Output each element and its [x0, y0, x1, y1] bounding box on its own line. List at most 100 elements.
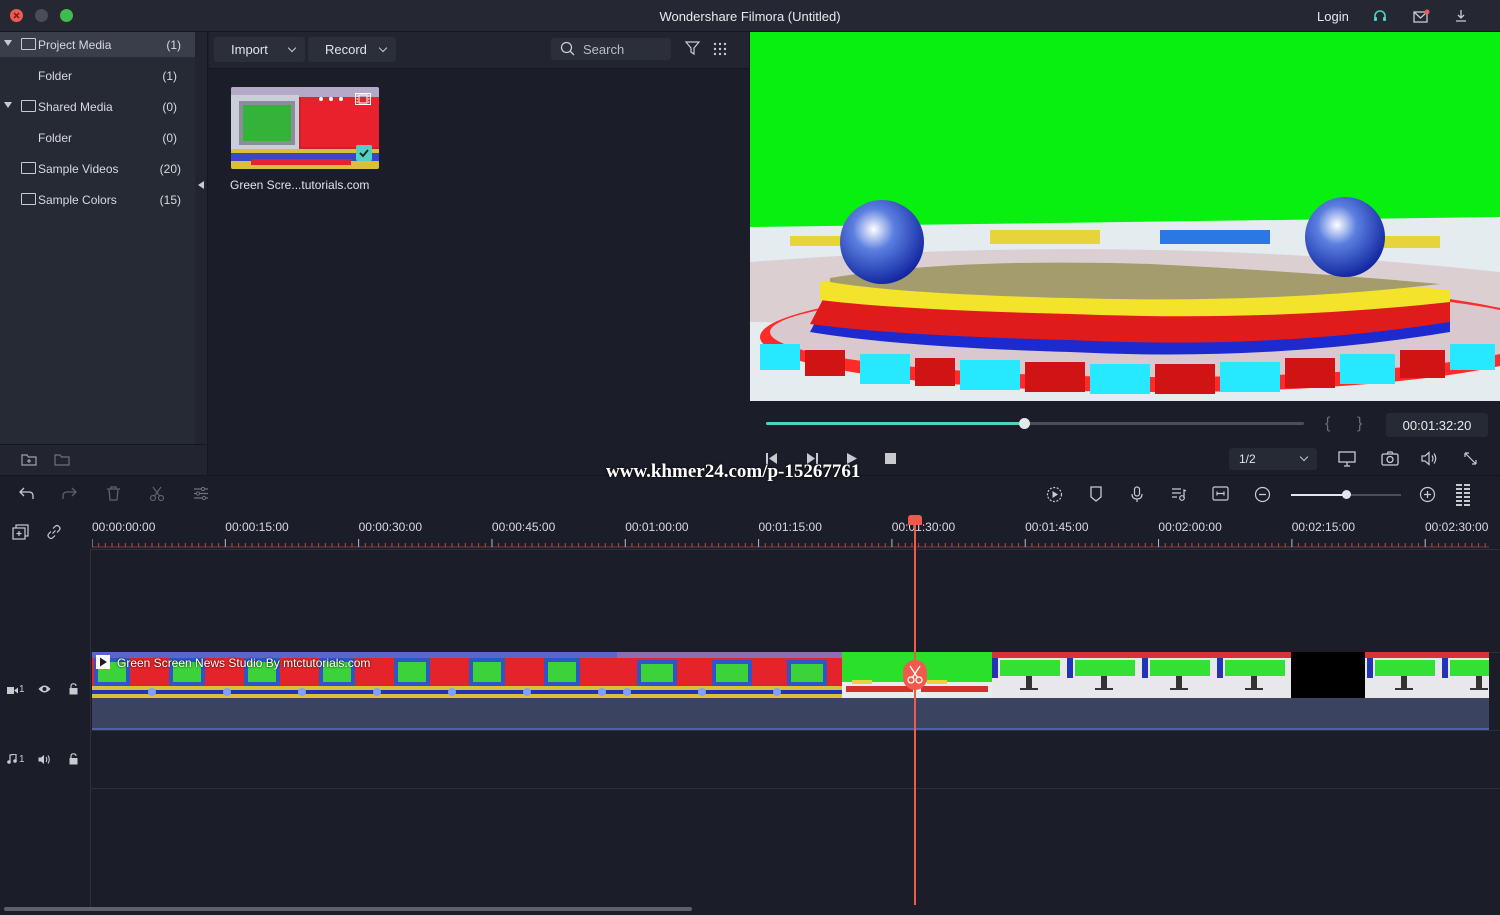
library-item-count: (15)	[159, 193, 181, 207]
playhead-handle[interactable]	[908, 515, 922, 525]
display-monitor-icon[interactable]	[1338, 451, 1356, 467]
new-folder-icon[interactable]	[21, 452, 38, 467]
library-item-label: Folder	[38, 69, 73, 83]
microphone-icon[interactable]	[1130, 486, 1144, 503]
library-item-count: (20)	[159, 162, 181, 176]
speaker-icon[interactable]	[38, 754, 51, 765]
track-divider	[0, 730, 1500, 731]
mark-in-icon[interactable]: {	[1325, 415, 1330, 433]
chevron-down-icon	[378, 43, 388, 53]
folder-icon	[21, 38, 36, 50]
marker-icon[interactable]	[1089, 486, 1103, 502]
zoom-slider-handle[interactable]	[1342, 490, 1351, 499]
redo-icon[interactable]	[61, 486, 78, 501]
preview-quality-value: 1/2	[1239, 452, 1256, 466]
undo-icon[interactable]	[18, 486, 35, 501]
timeline-ruler[interactable]: 00:00:00:00 00:00:15:00 00:00:30:00 00:00:4…	[0, 515, 1500, 549]
ruler-tick-label: 00:01:15:00	[758, 520, 822, 534]
library-item-folder[interactable]: Folder (1)	[0, 63, 195, 88]
mark-out-icon[interactable]: }	[1357, 415, 1362, 433]
open-folder-icon[interactable]	[54, 452, 71, 467]
audio-track-number: 1	[19, 754, 25, 765]
voiceover-list-icon[interactable]	[1171, 486, 1187, 502]
film-icon	[355, 93, 371, 105]
eye-icon[interactable]	[38, 684, 51, 694]
collapse-panel-icon[interactable]	[198, 181, 204, 189]
search-icon	[560, 41, 575, 56]
media-thumbnail[interactable]	[231, 87, 379, 169]
folder-icon	[21, 193, 36, 205]
progress-handle[interactable]	[1019, 418, 1031, 429]
render-preview-icon[interactable]	[1046, 486, 1063, 503]
ruler-tick-label: 00:00:15:00	[225, 520, 289, 534]
timeline-video-clip[interactable]: Green Screen News Studio By mtctutorials…	[92, 652, 1489, 730]
import-label: Import	[231, 42, 268, 57]
clip-title: Green Screen News Studio By mtctutorials…	[117, 656, 371, 670]
delete-icon[interactable]	[106, 486, 121, 501]
playhead[interactable]	[903, 515, 927, 905]
stop-icon[interactable]	[885, 453, 896, 464]
zoom-slider[interactable]	[1291, 490, 1401, 499]
library-item-label: Shared Media	[38, 100, 113, 114]
preview-quality-select[interactable]: 1/2	[1229, 448, 1317, 470]
library-item-shared-media[interactable]: Shared Media (0)	[0, 94, 195, 119]
video-track-icon	[7, 686, 18, 695]
track-divider	[0, 788, 1500, 789]
library-item-sample-videos[interactable]: Sample Videos (20)	[0, 156, 195, 181]
add-track-icon[interactable]	[12, 524, 29, 540]
split-clip-button[interactable]	[903, 660, 927, 690]
record-button[interactable]: Record	[308, 37, 396, 62]
login-link[interactable]: Login	[1317, 9, 1349, 24]
ruler-tick-label: 00:02:15:00	[1291, 520, 1356, 534]
library-item-count: (0)	[162, 100, 177, 114]
library-item-label: Sample Videos	[38, 162, 119, 176]
library-item-label: Project Media	[38, 38, 112, 52]
zoom-out-icon[interactable]	[1254, 486, 1271, 503]
video-preview	[750, 32, 1500, 401]
library-item-count: (1)	[162, 69, 177, 83]
library-panel: Project Media (1) Folder (1) Shared Medi…	[0, 32, 208, 475]
lock-icon[interactable]	[69, 683, 78, 695]
camera-icon[interactable]	[1381, 451, 1399, 466]
chevron-down-icon	[1299, 452, 1309, 462]
library-item-count: (1)	[166, 38, 181, 52]
timeline-horizontal-scrollbar[interactable]	[4, 907, 692, 911]
progress-fill	[766, 422, 1025, 425]
volume-icon[interactable]	[1421, 451, 1438, 466]
playback-progress-bar[interactable]	[766, 418, 1304, 429]
library-item-label: Folder	[38, 131, 73, 145]
track-headers: 1 1	[0, 549, 91, 909]
import-button[interactable]: Import	[214, 37, 305, 62]
library-item-project-media[interactable]: Project Media (1)	[0, 32, 195, 57]
clip-play-icon	[96, 655, 110, 669]
library-item-folder[interactable]: Folder (0)	[0, 125, 195, 150]
player-timecode: 00:01:32:20	[1386, 413, 1488, 437]
search-placeholder: Search	[583, 42, 625, 57]
checkmark-icon[interactable]	[356, 145, 372, 161]
filter-icon[interactable]	[685, 41, 700, 56]
audio-meter-icon[interactable]	[1456, 484, 1471, 508]
media-clip-name: Green Scre...tutorials.com	[230, 178, 370, 192]
folder-icon	[21, 162, 36, 174]
expand-triangle-icon[interactable]	[4, 102, 12, 108]
adjust-icon[interactable]	[193, 486, 209, 501]
headset-icon[interactable]	[1372, 9, 1388, 23]
library-list: Project Media (1) Folder (1) Shared Medi…	[0, 32, 195, 444]
fullscreen-icon[interactable]	[1463, 451, 1478, 466]
search-input[interactable]: Search	[551, 38, 671, 60]
ruler-tick-label: 00:00:00:00	[92, 520, 156, 534]
lock-icon[interactable]	[69, 753, 78, 765]
zoom-in-icon[interactable]	[1419, 486, 1436, 503]
library-item-sample-colors[interactable]: Sample Colors (15)	[0, 187, 195, 212]
grid-view-icon[interactable]	[713, 41, 728, 56]
mail-icon[interactable]	[1413, 9, 1430, 23]
scissors-icon[interactable]	[149, 486, 165, 502]
ruler-tick-label: 00:02:30:00	[1425, 520, 1489, 534]
chevron-down-icon	[287, 43, 297, 53]
video-track-number: 1	[19, 684, 25, 695]
expand-triangle-icon[interactable]	[4, 40, 12, 46]
link-icon[interactable]	[46, 524, 62, 540]
download-icon[interactable]	[1454, 9, 1468, 23]
snapshot-frame-icon[interactable]	[1212, 486, 1229, 501]
ruler-ticks	[92, 539, 1489, 548]
